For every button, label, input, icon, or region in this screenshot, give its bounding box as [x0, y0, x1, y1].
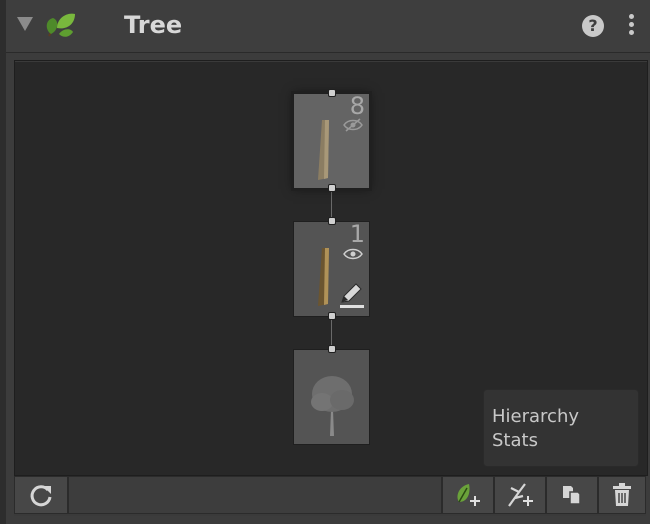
node-count: 1 — [349, 220, 365, 248]
node-port-top[interactable] — [328, 345, 336, 353]
page-title: Tree — [124, 11, 183, 39]
duplicate-button[interactable] — [546, 476, 598, 514]
eye-icon[interactable] — [343, 247, 363, 261]
delete-button[interactable] — [598, 476, 646, 514]
connection-edge — [331, 190, 332, 220]
hierarchy-stats-panel: Hierarchy Stats — [483, 389, 639, 467]
kebab-menu-icon[interactable] — [626, 14, 636, 38]
trash-icon — [613, 483, 631, 506]
node-port-bottom[interactable] — [328, 312, 336, 320]
left-strip — [0, 0, 6, 524]
stats-line-1: Hierarchy — [492, 406, 580, 427]
add-leaf-icon — [457, 484, 480, 506]
pencil-icon[interactable] — [338, 280, 366, 310]
trunk-icon — [318, 120, 329, 180]
stats-line-2: Stats — [492, 430, 538, 451]
toolbar-spacer — [68, 476, 442, 514]
refresh-button[interactable] — [14, 476, 68, 514]
hidden-eye-icon[interactable] — [343, 118, 363, 132]
refresh-icon — [30, 485, 52, 507]
tree-preview-node[interactable] — [293, 349, 370, 445]
trunk-icon — [318, 248, 329, 306]
foldout-arrow-icon[interactable] — [17, 17, 33, 31]
inspector-header: Tree ? — [0, 0, 650, 524]
add-branch-icon — [508, 483, 533, 507]
duplicate-icon — [563, 486, 581, 505]
node-port-bottom[interactable] — [328, 184, 336, 192]
node-count: 8 — [349, 92, 365, 120]
leaf-logo-icon — [46, 13, 75, 37]
add-leaf-button[interactable] — [442, 476, 494, 514]
add-branch-button[interactable] — [494, 476, 546, 514]
tree-silhouette-icon — [311, 376, 354, 436]
connection-edge — [331, 318, 332, 348]
bottom-toolbar — [14, 476, 646, 516]
help-icon[interactable]: ? — [582, 15, 604, 37]
node-port-top[interactable] — [328, 217, 336, 225]
trunk-node[interactable]: 1 — [293, 220, 370, 317]
trunk-node[interactable]: 8 — [293, 92, 370, 189]
node-port-top[interactable] — [328, 89, 336, 97]
